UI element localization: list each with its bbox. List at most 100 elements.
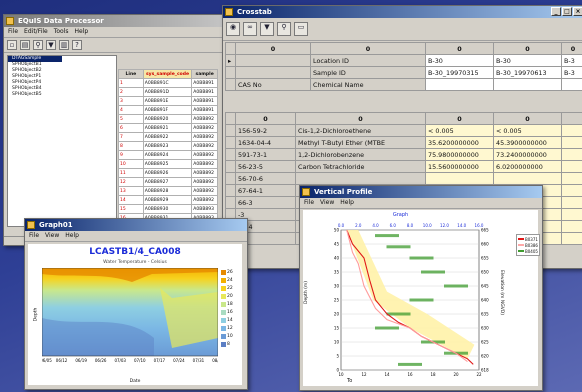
table-cell[interactable]: A0BB8922 [142, 132, 193, 142]
chemical-name-cell[interactable]: Carbon Tetrachloride [295, 160, 426, 173]
meta-value[interactable]: B-30_19970315 [425, 66, 494, 79]
table-cell[interactable]: A0BB8930 [142, 204, 193, 214]
grid-splitter[interactable] [225, 102, 582, 112]
table-cell[interactable]: A0BB892 [191, 159, 218, 169]
result-cell[interactable]: 15.5600000000 [425, 160, 494, 173]
filter-icon[interactable]: ▼ [260, 22, 274, 36]
line-number-cell[interactable]: 10 [118, 159, 144, 169]
table-cell[interactable]: A0BB891D [142, 87, 193, 97]
window-icon[interactable]: ▭ [294, 22, 308, 36]
table-cell[interactable]: A0BB892 [191, 114, 218, 124]
chemical-name-cell[interactable]: 1,2-Dichlorobenzene [295, 148, 426, 161]
table-row[interactable]: 7 A0BB8922 A0BB892 [118, 132, 218, 142]
chart-icon[interactable]: ▥ [59, 40, 69, 50]
line-number-cell[interactable]: 11 [118, 168, 144, 178]
meta-value[interactable]: B-30 [425, 54, 494, 67]
table-cell[interactable]: A0BB893 [191, 204, 218, 214]
table-cell[interactable]: A0BB892 [191, 150, 218, 160]
row-selector[interactable] [225, 124, 236, 137]
menu-help[interactable]: Help [75, 27, 89, 37]
table-cell[interactable]: A0BB891C [142, 78, 193, 88]
table-cell[interactable]: A0BB892 [191, 195, 218, 205]
meta-value[interactable] [493, 78, 562, 91]
table-cell[interactable]: A0BB892 [191, 141, 218, 151]
profile-titlebar[interactable]: Vertical Profile [300, 186, 542, 198]
meta-value[interactable]: B-3 [561, 54, 582, 67]
result-cell[interactable] [561, 196, 582, 209]
table-cell[interactable]: A0BB8921 [142, 123, 193, 133]
table-row[interactable]: 5 A0BB8920 A0BB892 [118, 114, 218, 124]
result-cell[interactable]: < 0.005 [425, 124, 494, 137]
menu-file[interactable]: File [304, 198, 314, 208]
new-icon[interactable]: ▫ [7, 40, 17, 50]
row-selector[interactable] [225, 136, 236, 149]
line-number-cell[interactable]: 4 [118, 105, 144, 115]
binoculars-icon[interactable]: ∞ [243, 22, 257, 36]
line-number-cell[interactable]: 9 [118, 150, 144, 160]
graph-titlebar[interactable]: Graph01 [25, 219, 247, 231]
meta-value[interactable] [425, 78, 494, 91]
table-row[interactable]: 15 A0BB8930 A0BB893 [118, 204, 218, 214]
table-row[interactable]: 9 A0BB8924 A0BB892 [118, 150, 218, 160]
table-cell[interactable]: A0BB891 [191, 105, 218, 115]
cas-number-cell[interactable]: 66-3 [235, 196, 296, 209]
cas-number-cell[interactable]: 56-23-5 [235, 160, 296, 173]
line-number-cell[interactable]: 12 [118, 177, 144, 187]
menu-edit-file[interactable]: Edit/File [24, 27, 48, 37]
col-header[interactable]: 0 [493, 42, 562, 55]
minimize-button[interactable]: _ [551, 7, 561, 16]
cas-number-cell[interactable]: 591-73-1 [235, 148, 296, 161]
table-cell[interactable]: A0BB891F [142, 105, 193, 115]
menu-view[interactable]: View [45, 231, 59, 241]
meta-value[interactable]: B-30_19970613 [493, 66, 562, 79]
menu-view[interactable]: View [320, 198, 334, 208]
menu-help[interactable]: Help [340, 198, 354, 208]
result-cell[interactable] [561, 220, 582, 233]
col-header[interactable]: 0 [425, 112, 494, 125]
row-selector[interactable] [225, 160, 236, 173]
col-header[interactable]: 0 [561, 42, 582, 55]
menu-tools[interactable]: Tools [54, 27, 69, 37]
result-cell[interactable]: 73.2400000000 [493, 148, 562, 161]
col-header-sys-sample-code[interactable]: sys_sample_code [142, 69, 193, 79]
result-cell[interactable] [561, 232, 582, 245]
table-cell[interactable]: A0BB8925 [142, 159, 193, 169]
table-cell[interactable]: A0BB8923 [142, 141, 193, 151]
menu-help[interactable]: Help [65, 231, 79, 241]
find-icon[interactable]: ⚲ [33, 40, 43, 50]
globe-icon[interactable]: ◉ [226, 22, 240, 36]
help-icon[interactable]: ? [72, 40, 82, 50]
result-cell[interactable] [561, 160, 582, 173]
maximize-button[interactable]: □ [562, 7, 572, 16]
table-row[interactable]: 10 A0BB8925 A0BB892 [118, 159, 218, 169]
table-row[interactable]: 8 A0BB8923 A0BB892 [118, 141, 218, 151]
result-cell[interactable] [561, 124, 582, 137]
line-number-cell[interactable]: 3 [118, 96, 144, 106]
meta-value[interactable] [561, 78, 582, 91]
chemical-row[interactable]: 56-70-6 [225, 172, 582, 185]
table-cell[interactable]: A0BB892 [191, 177, 218, 187]
row-selector-current[interactable]: ▸ [225, 54, 236, 67]
result-cell[interactable] [561, 208, 582, 221]
line-number-cell[interactable]: 13 [118, 186, 144, 196]
chemical-name-cell[interactable]: Methyl T-Butyl Ether (MTBE [295, 136, 426, 149]
chemical-row[interactable]: 156-59-2 Cis-1,2-Dichloroethene < 0.005 < 0… [225, 124, 582, 137]
line-number-cell[interactable]: 14 [118, 195, 144, 205]
result-cell[interactable]: < 0.005 [493, 124, 562, 137]
close-button[interactable]: × [573, 7, 582, 16]
result-cell[interactable] [561, 136, 582, 149]
table-row[interactable]: 4 A0BB891F A0BB891 [118, 105, 218, 115]
table-cell[interactable]: A0BB8926 [142, 168, 193, 178]
table-row[interactable]: 2 A0BB891D A0BB891 [118, 87, 218, 97]
result-cell[interactable] [561, 172, 582, 185]
chemical-row[interactable]: 1634-04-4 Methyl T-Butyl Ether (MTBE 35.62… [225, 136, 582, 149]
table-cell[interactable]: A0BB8927 [142, 177, 193, 187]
result-cell[interactable] [561, 148, 582, 161]
row-selector[interactable] [225, 184, 236, 197]
result-cell[interactable]: 35.6200000000 [425, 136, 494, 149]
col-header-line[interactable]: Line [118, 69, 144, 79]
col-header[interactable]: 0 [235, 42, 311, 55]
col-header[interactable]: 0 [425, 42, 494, 55]
table-cell[interactable]: A0BB892 [191, 132, 218, 142]
table-cell[interactable]: A0BB8929 [142, 195, 193, 205]
